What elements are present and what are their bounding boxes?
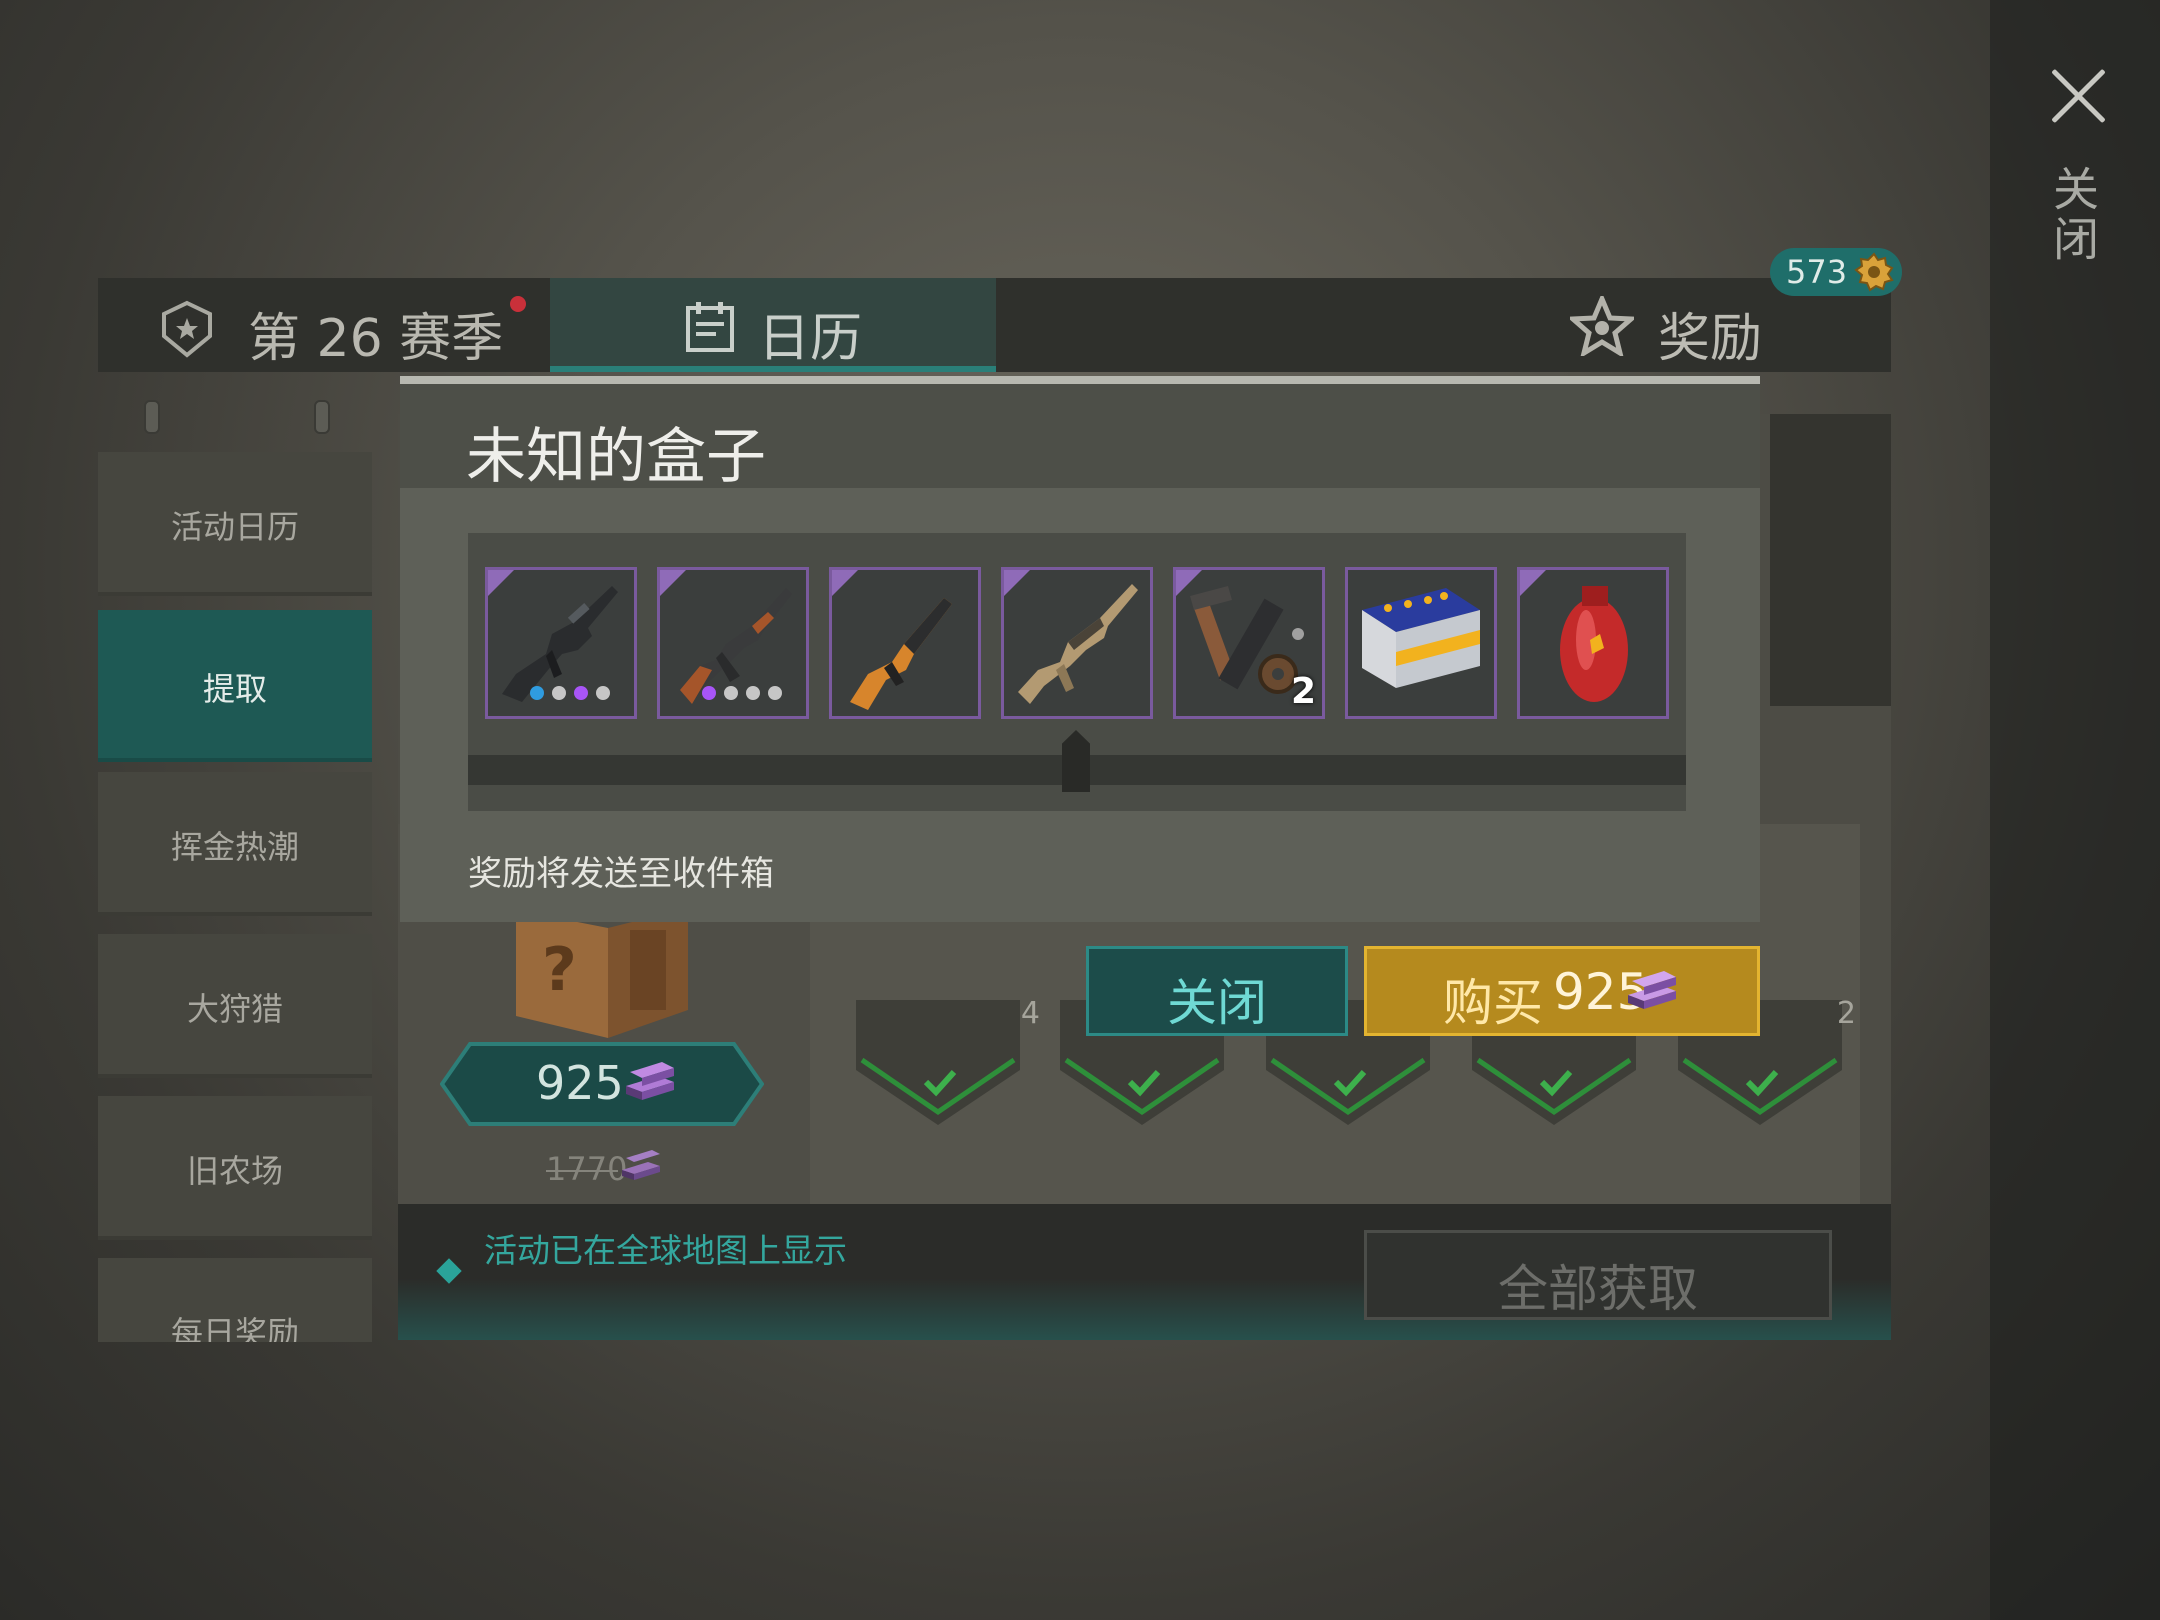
sidebar-item-label: 大狩猎 (186, 990, 283, 1028)
sidebar-item-label: 提取 (202, 670, 267, 708)
strikethrough (546, 1170, 618, 1172)
battery-icon (1362, 588, 1480, 688)
notification-dot (510, 296, 526, 312)
close-icon[interactable] (2048, 66, 2108, 126)
rarity-corner (1520, 570, 1546, 596)
calendar-icon (686, 302, 734, 352)
sidebar-item-daily-rewards[interactable]: 每日奖励 (98, 1258, 372, 1342)
currency-badge: 573 (1770, 248, 1902, 296)
rarity-corner (832, 570, 858, 596)
item-slot-tan-assault-rifle[interactable] (1001, 567, 1153, 719)
sidebar-item-label: 活动日历 (170, 508, 299, 546)
sidebar-menu: 活动日历 提取 挥金热潮 大狩猎 旧农场 每日奖励 (98, 410, 372, 1342)
item-slot-tool-parts[interactable]: 2 (1173, 567, 1325, 719)
sidebar-item-label: 挥金热潮 (170, 828, 299, 866)
ingot-icon (626, 1062, 674, 1100)
old-price-value: 1770 (546, 1150, 628, 1188)
get-all-button[interactable]: 全部获取 (1364, 1230, 1832, 1320)
rarity-corner (488, 570, 514, 596)
map-notice: 活动已在全球地图上显示 (484, 1231, 847, 1270)
reward-count: 2 (1836, 996, 1856, 1031)
sidebar-item-big-hunt[interactable]: 大狩猎 (98, 934, 372, 1078)
sidebar-item-old-farm[interactable]: 旧农场 (98, 1096, 372, 1240)
item-slot-battery[interactable] (1345, 567, 1497, 719)
old-price: 1770 (546, 1150, 627, 1188)
offer-price: 925 (536, 1056, 624, 1110)
reward-claim-chevron[interactable]: 4 (838, 996, 1040, 1140)
inbox-note: 奖励将发送至收件箱 (468, 854, 774, 894)
rarity-corner (660, 570, 686, 596)
item-slot-orange-rifle[interactable] (829, 567, 981, 719)
reward-count: 4 (1020, 996, 1040, 1031)
get-all-label: 全部获取 (1498, 1260, 1698, 1318)
sidebar-item-gold-rush[interactable]: 挥金热潮 (98, 772, 372, 916)
close-button-label: 关闭 (1167, 974, 1267, 1032)
sidebar-item-label: 旧农场 (186, 1152, 283, 1190)
star-badge-icon (1570, 296, 1634, 356)
calendar-label: 日历 (758, 309, 863, 369)
sidebar-item-extract[interactable]: 提取 (98, 610, 372, 762)
item-slot-gas-cylinder[interactable] (1517, 567, 1669, 719)
close-label[interactable]: 关闭 (2046, 165, 2106, 265)
attachment-dots (702, 685, 790, 704)
modal-title: 未知的盒子 (466, 422, 766, 492)
attachment-dots (530, 685, 618, 704)
sidebar-item-event-calendar[interactable]: 活动日历 (98, 452, 372, 596)
tab-calendar[interactable]: 日历 (550, 278, 996, 372)
buy-label: 购买 (1443, 974, 1543, 1032)
svg-text:?: ? (542, 935, 577, 1005)
item-slot-m16-rifle[interactable] (485, 567, 637, 719)
buy-button[interactable]: 购买 925 (1364, 946, 1760, 1036)
item-quantity: 2 (1290, 671, 1316, 712)
rarity-corner (1004, 570, 1030, 596)
season-shield-icon (162, 300, 212, 358)
tab-season[interactable]: 第 26 赛季 (98, 278, 550, 372)
close-button[interactable]: 关闭 (1086, 946, 1348, 1036)
ingot-icon (1628, 971, 1676, 1009)
sidebar-item-label: 每日奖励 (170, 1314, 299, 1342)
gold-gear-icon (1854, 252, 1894, 292)
season-label: 第 26 赛季 (248, 309, 504, 369)
item-slot-ak-rifle[interactable] (657, 567, 809, 719)
rarity-corner (1176, 570, 1202, 596)
ingot-icon (622, 1150, 660, 1180)
rewards-label: 奖励 (1658, 309, 1763, 369)
main-panel-header (1770, 414, 1891, 706)
badge-count: 573 (1786, 253, 1848, 291)
